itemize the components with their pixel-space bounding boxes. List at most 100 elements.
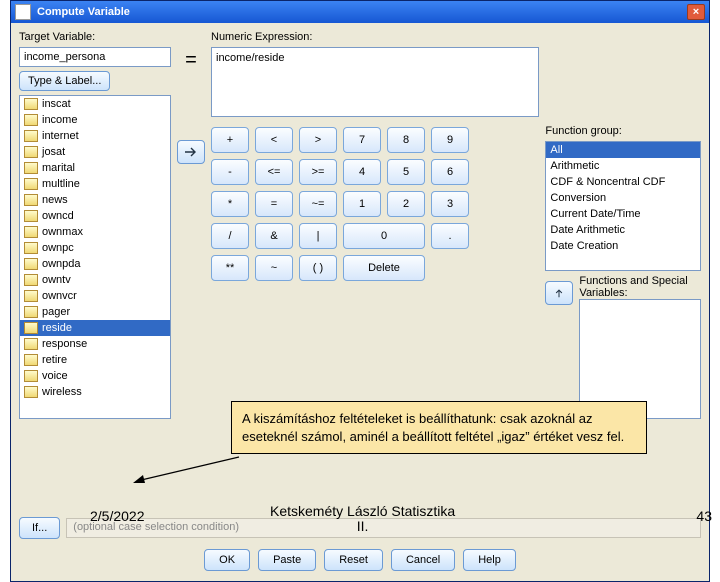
var-icon	[24, 130, 38, 142]
list-item[interactable]: Arithmetic	[546, 158, 700, 174]
keypad-button[interactable]: -	[211, 159, 249, 185]
keypad-button[interactable]: <=	[255, 159, 293, 185]
keypad-button[interactable]: 5	[387, 159, 425, 185]
list-item-label: ownpc	[42, 242, 74, 254]
keypad-button[interactable]: =	[255, 191, 293, 217]
list-item[interactable]: income	[20, 112, 170, 128]
keypad-button[interactable]: 2	[387, 191, 425, 217]
list-item[interactable]: ownvcr	[20, 288, 170, 304]
keypad-button[interactable]: >=	[299, 159, 337, 185]
keypad-button[interactable]: 8	[387, 127, 425, 153]
dialog-buttons: OK Paste Reset Cancel Help	[19, 543, 701, 573]
help-button[interactable]: Help	[463, 549, 516, 571]
list-item[interactable]: Current Date/Time	[546, 206, 700, 222]
var-icon	[24, 322, 38, 334]
list-item-label: owncd	[42, 210, 74, 222]
app-icon	[15, 4, 31, 20]
list-item[interactable]: reside	[20, 320, 170, 336]
list-item-label: income	[42, 114, 77, 126]
arrow-up-icon	[552, 288, 566, 298]
list-item[interactable]: All	[546, 142, 700, 158]
expression-textarea[interactable]: income/reside	[211, 47, 539, 117]
cancel-button[interactable]: Cancel	[391, 549, 455, 571]
list-item-label: ownmax	[42, 226, 83, 238]
keypad-button[interactable]: ~	[255, 255, 293, 281]
keypad-button[interactable]: <	[255, 127, 293, 153]
compute-variable-window: Compute Variable × Target Variable: Type…	[10, 0, 710, 582]
var-icon	[24, 98, 38, 110]
var-icon	[24, 370, 38, 382]
list-item[interactable]: internet	[20, 128, 170, 144]
var-icon	[24, 194, 38, 206]
keypad-button[interactable]: *	[211, 191, 249, 217]
left-column: Target Variable: Type & Label... inscati…	[19, 31, 171, 419]
list-item-label: ownvcr	[42, 290, 77, 302]
close-icon[interactable]: ×	[687, 4, 705, 20]
list-item[interactable]: marital	[20, 160, 170, 176]
annotation-callout: A kiszámításhoz feltételeket is beállíth…	[231, 401, 647, 454]
list-item-label: voice	[42, 370, 68, 382]
reset-button[interactable]: Reset	[324, 549, 383, 571]
list-item[interactable]: josat	[20, 144, 170, 160]
keypad-button[interactable]: /	[211, 223, 249, 249]
list-item[interactable]: inscat	[20, 96, 170, 112]
middle-column: Numeric Expression: income/reside +<>789…	[211, 31, 539, 419]
target-variable-label: Target Variable:	[19, 31, 171, 43]
list-item[interactable]: ownpc	[20, 240, 170, 256]
list-item-label: marital	[42, 162, 75, 174]
keypad-button[interactable]: 1	[343, 191, 381, 217]
keypad-button[interactable]: 7	[343, 127, 381, 153]
equals-sign: =	[183, 49, 199, 72]
keypad-button[interactable]: 3	[431, 191, 469, 217]
list-item-label: multline	[42, 178, 80, 190]
keypad-button[interactable]: &	[255, 223, 293, 249]
paste-button[interactable]: Paste	[258, 549, 316, 571]
list-item[interactable]: ownmax	[20, 224, 170, 240]
list-item[interactable]: voice	[20, 368, 170, 384]
type-label-button[interactable]: Type & Label...	[19, 71, 110, 91]
dialog-body: Target Variable: Type & Label... inscati…	[11, 23, 709, 581]
keypad-button[interactable]: 6	[431, 159, 469, 185]
list-item[interactable]: response	[20, 336, 170, 352]
list-item-label: wireless	[42, 386, 82, 398]
keypad-button[interactable]: 0	[343, 223, 425, 249]
list-item[interactable]: retire	[20, 352, 170, 368]
keypad-button[interactable]: >	[299, 127, 337, 153]
var-icon	[24, 210, 38, 222]
list-item[interactable]: Date Creation	[546, 238, 700, 254]
keypad-button[interactable]: **	[211, 255, 249, 281]
list-item[interactable]: wireless	[20, 384, 170, 400]
function-group-list[interactable]: AllArithmeticCDF & Noncentral CDFConvers…	[545, 141, 701, 271]
list-item[interactable]: news	[20, 192, 170, 208]
var-icon	[24, 114, 38, 126]
list-item[interactable]: Conversion	[546, 190, 700, 206]
keypad-button[interactable]: ~=	[299, 191, 337, 217]
list-item[interactable]: owntv	[20, 272, 170, 288]
keypad-button[interactable]: .	[431, 223, 469, 249]
annotation-arrow-icon	[131, 455, 241, 485]
list-item[interactable]: multline	[20, 176, 170, 192]
keypad-button[interactable]: ( )	[299, 255, 337, 281]
list-item[interactable]: owncd	[20, 208, 170, 224]
keypad-button[interactable]: 9	[431, 127, 469, 153]
window-title: Compute Variable	[37, 6, 687, 18]
list-item-label: inscat	[42, 98, 71, 110]
list-item[interactable]: pager	[20, 304, 170, 320]
function-group-label: Function group:	[545, 125, 701, 137]
list-item-label: josat	[42, 146, 65, 158]
move-right-button[interactable]	[177, 140, 205, 164]
list-item[interactable]: Date Arithmetic	[546, 222, 700, 238]
variable-list[interactable]: inscat income internet josat marital multline…	[19, 95, 171, 419]
list-item[interactable]: ownpda	[20, 256, 170, 272]
insert-function-button[interactable]	[545, 281, 573, 305]
var-icon	[24, 338, 38, 350]
keypad-button[interactable]: +	[211, 127, 249, 153]
target-variable-input[interactable]	[19, 47, 171, 67]
calculator-keypad: +<>789 -<=>=456 *=~=123 /&|0. **~( )Delete	[211, 121, 539, 287]
keypad-button[interactable]: Delete	[343, 255, 425, 281]
keypad-button[interactable]: |	[299, 223, 337, 249]
if-button[interactable]: If...	[19, 517, 60, 539]
list-item[interactable]: CDF & Noncentral CDF	[546, 174, 700, 190]
keypad-button[interactable]: 4	[343, 159, 381, 185]
ok-button[interactable]: OK	[204, 549, 250, 571]
